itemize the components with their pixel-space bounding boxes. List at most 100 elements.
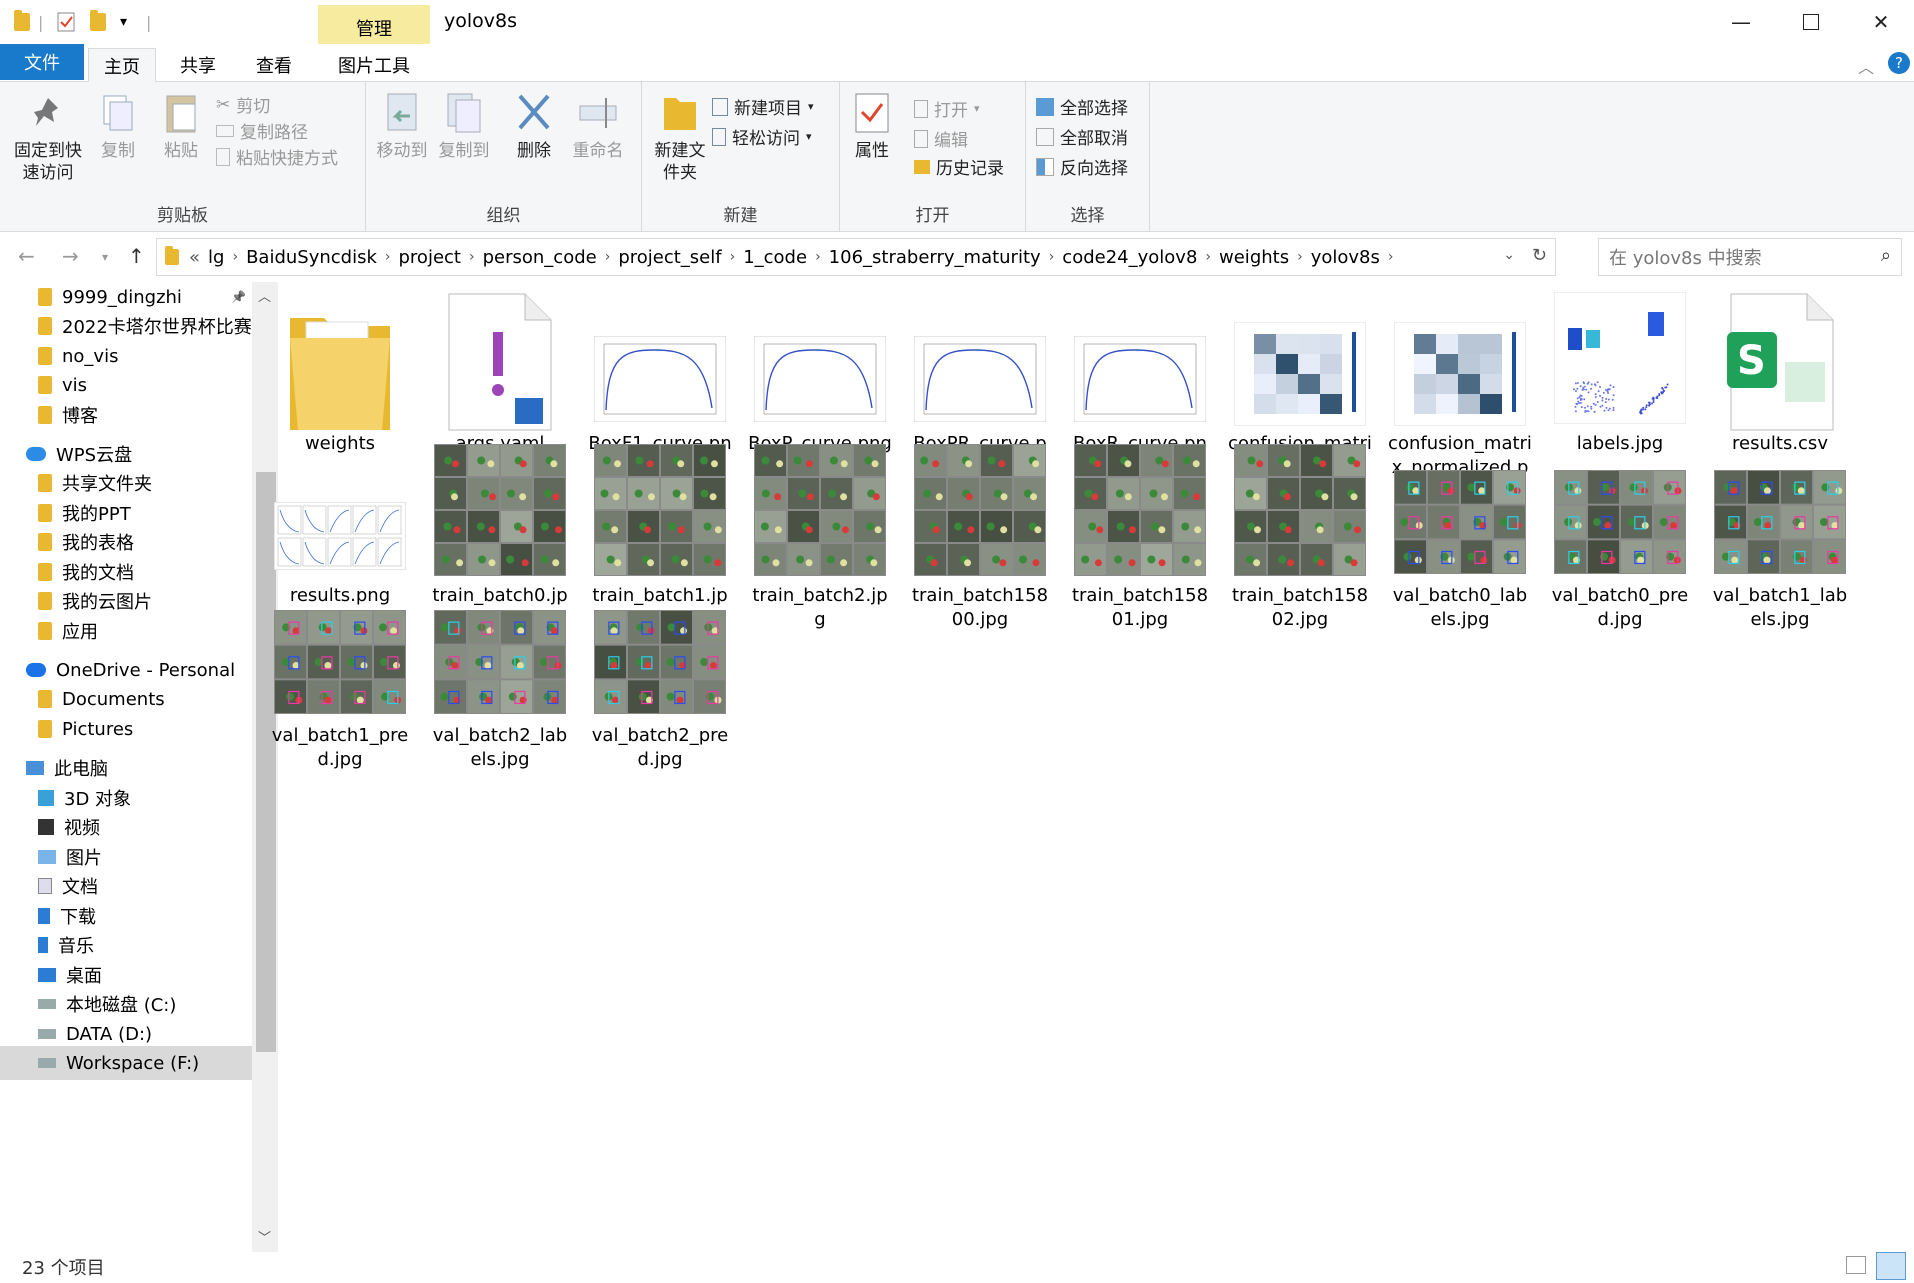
file-item[interactable]: labels.jpg [1548, 244, 1692, 454]
forward-icon[interactable]: → [62, 244, 79, 268]
sidebar-item[interactable]: 博客 [0, 398, 252, 432]
sidebar-item[interactable]: 此电脑 [0, 751, 252, 785]
tab-home[interactable]: 主页 [88, 48, 156, 83]
image-thumbnail [1714, 470, 1846, 581]
collapse-ribbon-icon[interactable]: ︿ [1858, 54, 1874, 78]
move-to-button[interactable]: 移动到 [374, 90, 430, 162]
file-item[interactable]: Sresults.csv [1708, 244, 1852, 454]
delete-button[interactable]: 删除 [512, 90, 556, 162]
sidebar-item[interactable]: 视频 [0, 810, 252, 844]
tab-share[interactable]: 共享 [164, 48, 232, 82]
desktop-icon [38, 968, 56, 982]
recent-locations-icon[interactable]: ▾ [102, 250, 108, 264]
cut-icon: ✂ [216, 94, 231, 115]
sidebar-item-label: 我的表格 [62, 533, 134, 554]
file-item[interactable]: train_batch15801.jpg [1068, 430, 1212, 630]
tab-picture-tools[interactable]: 图片工具 [318, 48, 430, 82]
sidebar-item[interactable]: 应用 [0, 614, 252, 648]
file-item[interactable]: args.yaml [428, 244, 572, 454]
tab-view[interactable]: 查看 [240, 48, 308, 82]
file-item[interactable]: BoxP_curve.png [748, 244, 892, 454]
paste-button[interactable]: 粘贴 [156, 90, 206, 162]
address-overflow[interactable]: « [189, 247, 200, 268]
svg-text:S: S [1737, 338, 1766, 384]
sidebar-item[interactable]: 本地磁盘 (C:) [0, 987, 252, 1021]
copy-to-label: 复制到 [438, 141, 490, 161]
file-item[interactable]: val_batch2_pred.jpg [588, 570, 732, 770]
copy-button[interactable]: 复制 [96, 90, 140, 162]
maximize-button[interactable] [1776, 0, 1846, 44]
close-button[interactable]: ✕ [1846, 0, 1914, 44]
file-item[interactable]: weights [268, 244, 412, 454]
sidebar-item[interactable]: 2022卡塔尔世界杯比赛 [0, 309, 252, 343]
new-folder-button[interactable]: 新建文件夹 [650, 90, 710, 184]
file-item[interactable]: val_batch0_labels.jpg [1388, 430, 1532, 630]
rename-button[interactable]: 重命名 [570, 90, 626, 162]
invert-selection-button[interactable]: 反向选择 [1036, 154, 1128, 179]
easy-access-button[interactable]: 轻松访问 ▾ [712, 124, 812, 149]
properties-quick-icon[interactable] [56, 10, 76, 34]
sidebar-item-label: Workspace (F:) [66, 1052, 200, 1074]
sidebar-item[interactable]: Pictures [0, 712, 252, 746]
sidebar-item[interactable]: 我的云图片 [0, 584, 252, 618]
folder-icon [38, 347, 52, 365]
image-thumbnail [1233, 321, 1367, 433]
refresh-icon[interactable]: ↻ [1532, 245, 1547, 266]
file-item[interactable]: confusion_matrix_normalized.png [1388, 244, 1532, 502]
edit-button[interactable]: 编辑 [914, 126, 968, 151]
back-icon[interactable]: ← [18, 244, 35, 268]
help-icon[interactable]: ? [1888, 52, 1910, 74]
select-all-icon [1036, 97, 1054, 116]
sidebar-item[interactable]: 我的表格 [0, 525, 252, 559]
copy-to-button[interactable]: 复制到 [436, 90, 492, 162]
properties-button[interactable]: 属性 [848, 90, 896, 162]
open-button[interactable]: 打开 ▾ [914, 96, 980, 121]
paste-shortcut-button[interactable]: 粘贴快捷方式 [216, 144, 338, 169]
file-item[interactable]: val_batch1_pred.jpg [268, 570, 412, 770]
pin-icon [26, 90, 70, 136]
file-item[interactable]: confusion_matrix.png [1228, 244, 1372, 478]
sidebar-item[interactable]: Workspace (F:) [0, 1046, 252, 1080]
cut-button[interactable]: ✂ 剪切 [216, 92, 270, 118]
file-item[interactable]: train_batch15802.jpg [1228, 430, 1372, 630]
file-item[interactable]: train_batch15800.jpg [908, 430, 1052, 630]
file-item[interactable]: val_batch1_labels.jpg [1708, 430, 1852, 630]
file-item[interactable]: train_batch2.jpg [748, 430, 892, 630]
folder-icon [38, 376, 52, 394]
file-item[interactable]: val_batch2_labels.jpg [428, 570, 572, 770]
file-view: weightsargs.yamlBoxF1_curve.pngBoxP_curv… [272, 282, 1914, 1252]
history-label: 历史记录 [936, 159, 1004, 179]
tab-file[interactable]: 文件 [0, 44, 84, 80]
copy-path-label: 复制路径 [240, 123, 308, 143]
customize-quick-access-icon[interactable]: ▾ [120, 10, 127, 34]
file-name: val_batch0_pred.jpg [1551, 585, 1689, 630]
sidebar-item[interactable]: 音乐 [0, 928, 252, 962]
large-icons-view-icon[interactable] [1876, 1252, 1906, 1280]
up-icon[interactable]: ↑ [128, 244, 145, 268]
file-name: train_batch15801.jpg [1071, 585, 1209, 630]
file-item[interactable]: BoxPR_curve.png [908, 244, 1052, 478]
new-folder-quick-icon[interactable] [90, 10, 106, 34]
details-view-icon[interactable] [1846, 1256, 1866, 1274]
file-item[interactable]: BoxF1_curve.png [588, 244, 732, 478]
select-none-button[interactable]: 全部取消 [1036, 124, 1128, 149]
open-group-label: 打开 [915, 206, 950, 226]
pin-quick-access-button[interactable]: 固定到快速访问 [8, 90, 88, 184]
minimize-button[interactable]: — [1706, 0, 1776, 44]
copy-path-button[interactable]: 复制路径 [216, 118, 308, 143]
status-bar: 23 个项目 [0, 1252, 1914, 1283]
new-item-button[interactable]: 新建项目 ▾ [712, 94, 814, 119]
sidebar-item[interactable]: 文档 [0, 869, 252, 903]
scroll-down-icon[interactable]: ﹀ [258, 1227, 271, 1246]
history-button[interactable]: 历史记录 [914, 154, 1004, 179]
file-item[interactable]: val_batch0_pred.jpg [1548, 430, 1692, 630]
sidebar-item-label: 应用 [62, 622, 98, 643]
select-all-button[interactable]: 全部选择 [1036, 94, 1128, 119]
sidebar-item[interactable]: 共享文件夹 [0, 466, 252, 500]
file-item[interactable]: BoxR_curve.png [1068, 244, 1212, 478]
sidebar-item[interactable]: vis [0, 368, 252, 402]
sidebar-item[interactable]: Documents [0, 682, 252, 716]
breadcrumb-item[interactable]: lg [200, 247, 232, 268]
sidebar-item-label: 我的文档 [62, 563, 134, 584]
pin-icon: 📌 [231, 290, 246, 304]
